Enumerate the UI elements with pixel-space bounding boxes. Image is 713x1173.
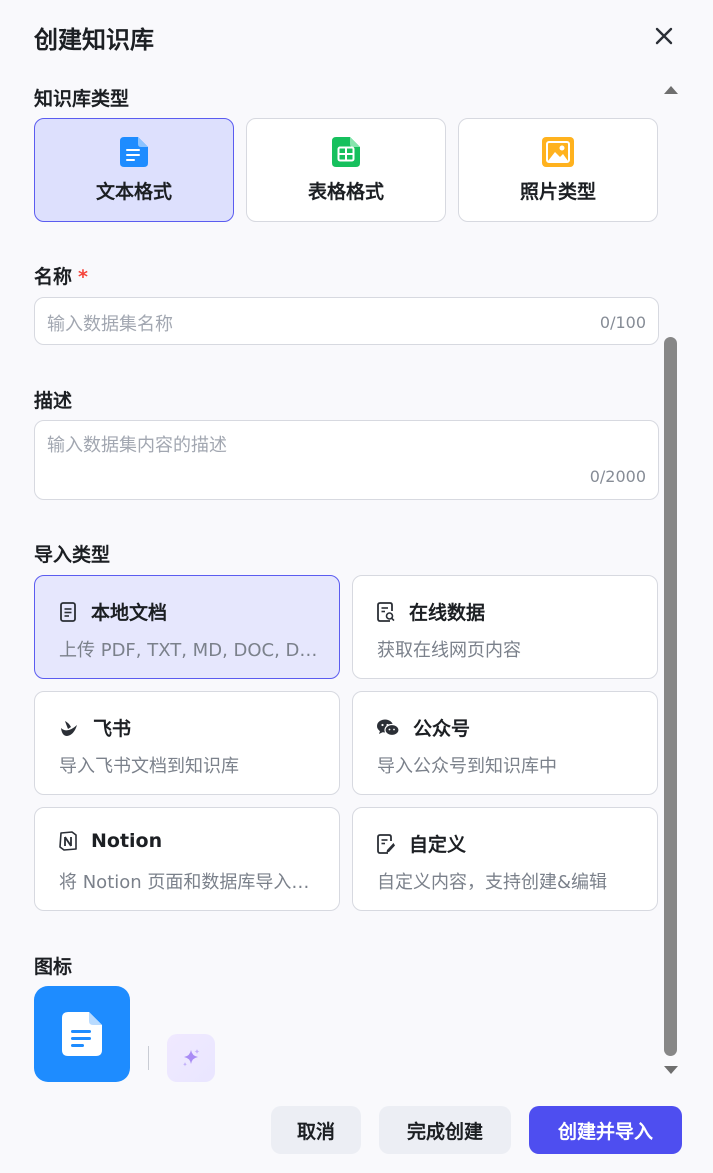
name-label: 名称 * xyxy=(34,262,88,289)
description-field[interactable]: 输入数据集内容的描述 0/2000 xyxy=(34,420,659,500)
required-mark: * xyxy=(78,266,88,288)
import-notion-desc: 将 Notion 页面和数据库导入知识库 xyxy=(59,872,323,893)
import-wechat-desc: 导入公众号到知识库中 xyxy=(377,756,557,777)
document-icon xyxy=(62,1012,102,1056)
cancel-button[interactable]: 取消 xyxy=(271,1106,361,1154)
image-icon xyxy=(542,136,574,167)
close-button[interactable] xyxy=(648,20,680,52)
description-label: 描述 xyxy=(34,390,73,412)
import-wechat-title: 公众号 xyxy=(413,718,471,740)
custom-edit-icon xyxy=(377,833,395,854)
dialog-title: 创建知识库 xyxy=(34,26,154,54)
local-file-icon xyxy=(60,601,76,622)
import-feishu-title: 飞书 xyxy=(93,718,132,740)
notion-icon xyxy=(59,831,77,851)
kb-type-image[interactable]: 照片类型 xyxy=(458,118,658,222)
name-field[interactable]: 输入数据集名称 0/100 xyxy=(34,297,659,345)
kb-type-table-label: 表格格式 xyxy=(307,180,384,203)
kb-type-text-label: 文本格式 xyxy=(95,180,172,203)
import-local-file-title: 本地文档 xyxy=(91,602,168,624)
import-online-data-title: 在线数据 xyxy=(409,602,486,624)
triangle-down-icon xyxy=(664,1066,678,1074)
triangle-up-icon xyxy=(664,86,678,94)
text-doc-icon xyxy=(120,136,148,167)
import-feishu[interactable]: 飞书 导入飞书文档到知识库 xyxy=(34,691,340,795)
scroll-up-arrow[interactable] xyxy=(662,82,680,98)
import-local-file[interactable]: 本地文档 上传 PDF, TXT, MD, DOC, DOCX 格式的本地文件 xyxy=(34,575,340,679)
icon-divider xyxy=(148,1046,149,1070)
sparkle-icon xyxy=(183,1049,200,1067)
import-wechat[interactable]: 公众号 导入公众号到知识库中 xyxy=(352,691,658,795)
import-feishu-desc: 导入飞书文档到知识库 xyxy=(59,756,239,777)
import-notion[interactable]: Notion 将 Notion 页面和数据库导入知识库 xyxy=(34,807,340,911)
selected-icon-tile[interactable] xyxy=(34,986,130,1082)
import-custom-desc: 自定义内容，支持创建&编辑 xyxy=(377,872,608,893)
import-custom-title: 自定义 xyxy=(409,834,467,856)
table-icon xyxy=(332,136,360,167)
name-label-text: 名称 xyxy=(34,266,73,288)
kb-type-image-label: 照片类型 xyxy=(519,180,596,203)
import-notion-title: Notion xyxy=(91,830,163,852)
kb-type-text[interactable]: 文本格式 xyxy=(34,118,234,222)
kb-type-table[interactable]: 表格格式 xyxy=(246,118,446,222)
online-data-icon xyxy=(377,601,395,622)
icon-section-label: 图标 xyxy=(34,956,73,978)
import-local-file-desc: 上传 PDF, TXT, MD, DOC, DOCX 格式的本地文件 xyxy=(59,640,323,661)
description-counter: 0/2000 xyxy=(589,467,646,486)
name-placeholder: 输入数据集名称 xyxy=(47,314,173,335)
name-counter: 0/100 xyxy=(599,313,646,332)
feishu-icon xyxy=(61,720,77,736)
kb-type-label: 知识库类型 xyxy=(34,88,130,110)
import-type-label: 导入类型 xyxy=(34,544,111,566)
create-and-import-button[interactable]: 创建并导入 xyxy=(529,1106,682,1154)
import-custom[interactable]: 自定义 自定义内容，支持创建&编辑 xyxy=(352,807,658,911)
import-online-data-desc: 获取在线网页内容 xyxy=(377,640,521,661)
finish-create-button[interactable]: 完成创建 xyxy=(379,1106,511,1154)
import-online-data[interactable]: 在线数据 获取在线网页内容 xyxy=(352,575,658,679)
description-placeholder: 输入数据集内容的描述 xyxy=(47,435,227,456)
ai-generate-icon-button[interactable] xyxy=(167,1034,215,1082)
wechat-icon xyxy=(377,719,399,736)
close-icon xyxy=(655,27,673,45)
scroll-down-arrow[interactable] xyxy=(662,1062,680,1078)
create-knowledge-base-dialog: 创建知识库 知识库类型 文本格式 表格格式 照片类型 名称 * 输入数据集名称 … xyxy=(0,0,713,1173)
scrollbar-thumb[interactable] xyxy=(664,337,677,1056)
